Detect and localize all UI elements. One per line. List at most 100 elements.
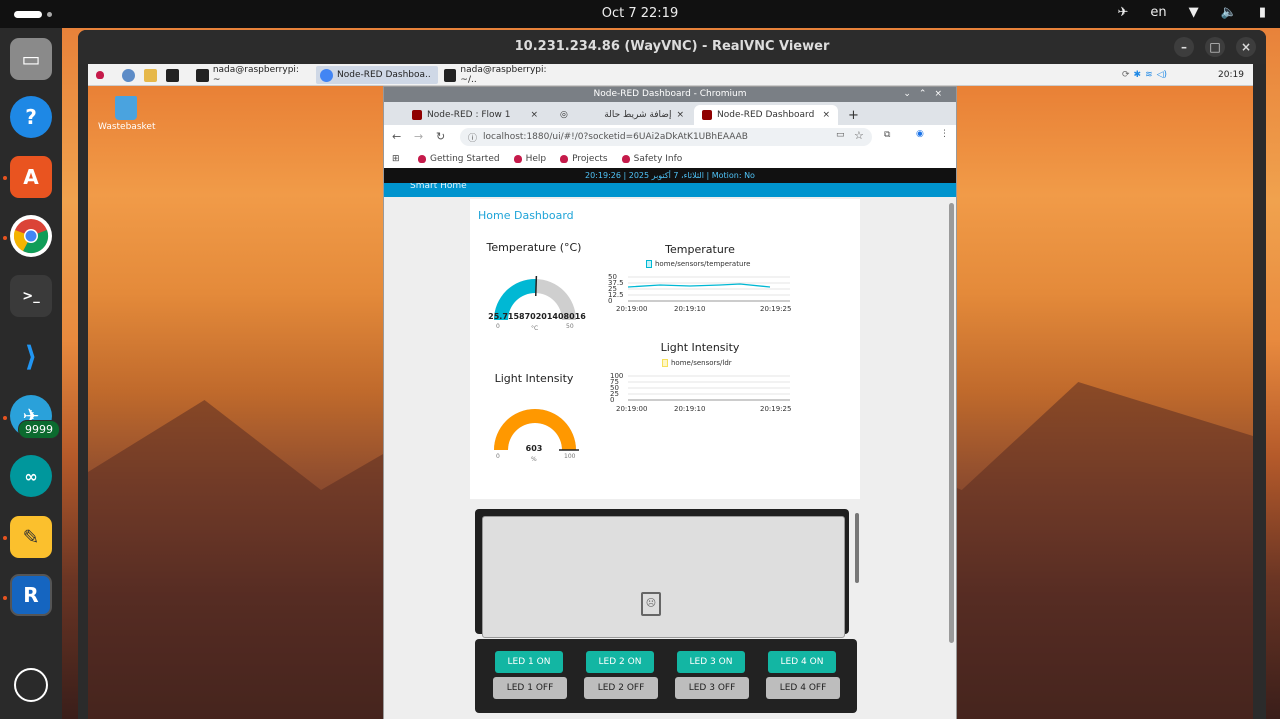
light-chart-legend: home/sensors/ldr xyxy=(662,359,732,367)
volume-icon[interactable]: 🔈 xyxy=(1221,5,1237,20)
wastebasket-label: Wastebasket xyxy=(98,122,156,132)
show-apps-icon[interactable] xyxy=(14,668,48,702)
chromium-title-bar[interactable]: Node-RED Dashboard - Chromium ⌄⌃× xyxy=(384,87,956,102)
app-center-icon[interactable]: A xyxy=(10,156,52,198)
temp-gauge-max: 50 xyxy=(566,323,574,330)
vscode-icon[interactable]: ⟩ xyxy=(10,335,52,377)
temp-chart-legend: home/sensors/temperature xyxy=(646,260,750,268)
url-input[interactable]: ⓘ localhost:1880/ui/#!/0?socketid=6UAi2a… xyxy=(460,128,872,146)
tab-strip: Node-RED : Flow 1 × ◎ إضافة شريط حالة × Nod… xyxy=(384,102,956,125)
realvnc-icon[interactable]: R xyxy=(10,574,52,616)
led2-off-button[interactable]: LED 2 OFF xyxy=(584,677,658,699)
taskbar-terminal-2[interactable]: nada@raspberrypi: ~/.. xyxy=(440,65,565,85)
remote-clock[interactable]: 20:19 xyxy=(1214,66,1248,84)
bookmarks-bar: ⊞ Getting Started Help Projects Safety I… xyxy=(384,149,956,168)
bookmark-getting-started[interactable]: Getting Started xyxy=(418,154,500,164)
light-chart xyxy=(628,375,790,401)
raspberry-taskbar: nada@raspberrypi: ~ Node-RED Dashboa.. n… xyxy=(88,64,1253,86)
group-title: Home Dashboard xyxy=(478,209,574,222)
frame-scrollbar[interactable] xyxy=(855,513,859,583)
window-controls[interactable]: ⌄⌃× xyxy=(903,87,950,102)
tray-icons[interactable]: ⟳ ✱ ≋ ◁) xyxy=(1118,66,1171,84)
vnc-window: 10.231.234.86 (WayVNC) - RealVNC Viewer … xyxy=(78,30,1266,719)
led3-on-button[interactable]: LED 3 ON xyxy=(677,651,745,673)
browser-launcher-icon[interactable] xyxy=(118,66,139,84)
terminal-icon[interactable]: >_ xyxy=(10,275,52,317)
language-indicator[interactable]: en xyxy=(1150,5,1166,20)
forward-icon[interactable]: → xyxy=(414,130,423,143)
menu-icon[interactable]: ⋮ xyxy=(940,129,949,139)
led4-on-button[interactable]: LED 4 ON xyxy=(768,651,836,673)
notification-badge: 9999 xyxy=(18,420,60,439)
close-icon[interactable]: × xyxy=(1236,37,1256,57)
temp-chart-title: Temperature xyxy=(665,243,735,256)
led2-on-button[interactable]: LED 2 ON xyxy=(586,651,654,673)
cast-icon[interactable]: ▭ xyxy=(836,130,845,140)
bookmark-help[interactable]: Help xyxy=(513,154,546,164)
temp-series-line xyxy=(627,283,771,288)
light-chart-yticks: 100 75 50 25 0 xyxy=(610,372,624,404)
raspberry-menu-icon[interactable] xyxy=(92,66,108,84)
wifi-icon[interactable]: ▼ xyxy=(1189,5,1199,20)
tab-dashboard[interactable]: Node-RED Dashboard × xyxy=(694,105,838,125)
bookmark-star-icon[interactable]: ☆ xyxy=(854,129,864,142)
temp-chart-xtick: 20:19:25 xyxy=(760,305,792,313)
arduino-icon[interactable]: ∞ xyxy=(10,455,52,497)
light-chart-xtick: 20:19:00 xyxy=(616,405,648,413)
bookmark-projects[interactable]: Projects xyxy=(560,154,608,164)
chromium-window: Node-RED Dashboard - Chromium ⌄⌃× Node-R… xyxy=(383,86,957,719)
light-gauge-max: 100 xyxy=(564,453,576,460)
dashboard-title: Smart Home xyxy=(410,183,467,191)
tab-flow[interactable]: Node-RED : Flow 1 × xyxy=(404,105,546,125)
wastebasket-icon[interactable]: Wastebasket xyxy=(98,96,156,132)
new-tab-button[interactable]: + xyxy=(840,105,867,125)
led3-off-button[interactable]: LED 3 OFF xyxy=(675,677,749,699)
battery-icon[interactable]: ▮ xyxy=(1259,5,1266,20)
light-gauge-value: 603 xyxy=(525,444,543,453)
light-gauge-title: Light Intensity xyxy=(494,372,574,385)
temp-gauge-min: 0 xyxy=(496,323,500,330)
taskbar-terminal-1[interactable]: nada@raspberrypi: ~ xyxy=(192,65,312,85)
text-editor-icon[interactable]: ✎ xyxy=(10,516,52,558)
vnc-title: 10.231.234.86 (WayVNC) - RealVNC Viewer xyxy=(514,39,830,54)
chrome-icon[interactable] xyxy=(10,215,52,257)
files-icon[interactable]: ▭ xyxy=(10,38,52,80)
back-icon[interactable]: ← xyxy=(392,130,401,143)
dashboard-page: 20:19:26 | الثلاثاء، 7 أكتوبر 2025 | Mot… xyxy=(384,168,956,719)
light-chart-xtick: 20:19:25 xyxy=(760,405,792,413)
reload-icon[interactable]: ↻ xyxy=(436,130,445,143)
temp-chart-xtick: 20:19:10 xyxy=(674,305,706,313)
dock: ▭ ? A >_ ⟩ ✈ 9999 ∞ ✎ R xyxy=(0,28,62,719)
apps-grid-icon[interactable]: ⊞ xyxy=(392,154,400,164)
remote-desktop: nada@raspberrypi: ~ Node-RED Dashboa.. n… xyxy=(88,64,1253,719)
led4-off-button[interactable]: LED 4 OFF xyxy=(766,677,840,699)
sad-page-icon: ☹ xyxy=(641,592,661,616)
light-chart-title: Light Intensity xyxy=(660,341,740,354)
temp-gauge-value: 25.715870201408016 xyxy=(488,312,586,321)
page-scrollbar[interactable] xyxy=(949,203,954,643)
file-manager-icon[interactable] xyxy=(140,66,161,84)
minimize-icon[interactable]: – xyxy=(1174,37,1194,57)
broken-iframe: ☹ xyxy=(482,516,845,638)
telegram-tray-icon[interactable]: ✈ xyxy=(1118,5,1129,20)
profile-icon[interactable]: ◉ xyxy=(916,129,924,139)
temp-chart-yticks: 50 37.5 25 12.5 0 xyxy=(608,273,624,305)
vnc-title-bar[interactable]: 10.231.234.86 (WayVNC) - RealVNC Viewer … xyxy=(78,30,1266,64)
temp-chart xyxy=(627,276,790,302)
site-info-icon[interactable]: ⓘ xyxy=(468,131,477,144)
terminal-launcher-icon[interactable] xyxy=(162,66,183,84)
led-control-panel: LED 1 ON LED 1 OFF LED 2 ON LED 2 OFF LE… xyxy=(475,639,857,713)
clock[interactable]: Oct 7 22:19 xyxy=(0,6,1280,21)
help-icon[interactable]: ? xyxy=(10,96,52,138)
taskbar-chromium[interactable]: Node-RED Dashboa.. xyxy=(316,66,438,84)
led1-off-button[interactable]: LED 1 OFF xyxy=(493,677,567,699)
tab-arabic[interactable]: ◎ إضافة شريط حالة × xyxy=(552,105,692,125)
extensions-icon[interactable]: ⧉ xyxy=(884,130,890,140)
bookmark-safety-info[interactable]: Safety Info xyxy=(621,154,682,164)
maximize-icon[interactable]: □ xyxy=(1205,37,1225,57)
led1-on-button[interactable]: LED 1 ON xyxy=(495,651,563,673)
temp-gauge-unit: °C xyxy=(531,325,539,332)
temp-gauge-title: Temperature (°C) xyxy=(486,241,582,254)
light-gauge-unit: % xyxy=(531,456,537,463)
address-bar-row: ← → ↻ ⓘ localhost:1880/ui/#!/0?socketid=… xyxy=(384,125,956,149)
